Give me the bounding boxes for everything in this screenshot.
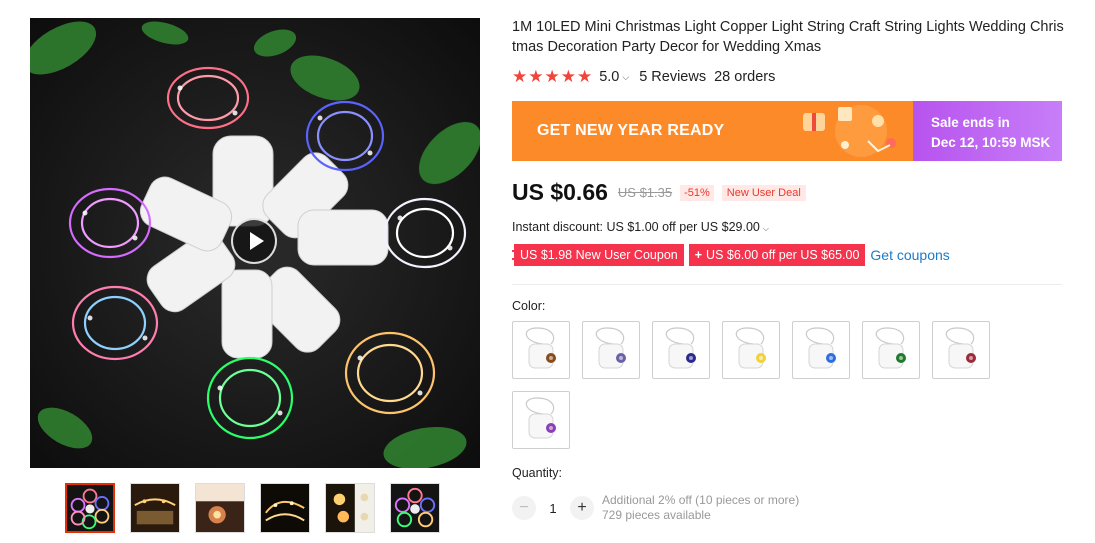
price-row: US $0.66 US $1.35 -51% New User Deal <box>512 179 806 206</box>
gift-decoration-icon <box>803 105 896 157</box>
reviews-link[interactable]: 5 Reviews <box>639 69 706 85</box>
thumbnail-2[interactable] <box>130 483 180 533</box>
color-label: Color: <box>512 299 546 313</box>
promo-label: GET NEW YEAR READY <box>537 122 725 139</box>
coupon-label: US $1.98 New User Coupon <box>520 248 678 262</box>
bulk-offer-text: Additional 2% off (10 pieces or more) <box>602 493 800 507</box>
quantity-increase-button[interactable]: + <box>570 496 594 520</box>
color-option-3[interactable] <box>652 321 710 379</box>
quantity-input[interactable] <box>536 499 570 517</box>
thumbnail-3[interactable] <box>195 483 245 533</box>
thumbnail-1[interactable] <box>65 483 115 533</box>
chevron-down-icon: ⌵ <box>762 224 769 233</box>
get-coupons-link[interactable]: Get coupons <box>870 247 949 263</box>
color-option-1[interactable] <box>512 321 570 379</box>
purple-led-icon <box>525 397 556 439</box>
original-price: US $1.35 <box>617 185 673 200</box>
color-option-8[interactable] <box>512 391 570 449</box>
discount-badge: -51% <box>680 184 714 201</box>
quantity-decrease-button[interactable]: − <box>512 496 536 520</box>
warm-white-led-icon <box>525 327 556 369</box>
green-led-icon <box>875 327 906 369</box>
quantity-stepper: − + Additional 2% off (10 pieces or more… <box>512 493 799 523</box>
divider <box>512 284 1062 285</box>
coupon-label: US $6.00 off per US $65.00 <box>706 248 860 262</box>
sale-ends-date: Dec 12, 10:59 MSK <box>931 135 1051 150</box>
sale-timer: Sale ends in Dec 12, 10:59 MSK <box>913 101 1062 161</box>
promo-banner-left: GET NEW YEAR READY <box>512 101 913 161</box>
store-coupon[interactable]: + US $6.00 off per US $65.00 <box>688 244 866 266</box>
chevron-down-icon[interactable]: ⌵ <box>622 72 629 83</box>
color-option-7[interactable] <box>932 321 990 379</box>
sale-ends-label: Sale ends in <box>931 115 1010 130</box>
white-led-icon <box>595 327 626 369</box>
cool-blue-led-icon <box>805 327 836 369</box>
color-option-4[interactable] <box>722 321 780 379</box>
rating-row: ★★★★★ 5.0 ⌵ 5 Reviews 28 orders <box>512 67 776 86</box>
promo-banner[interactable]: GET NEW YEAR READY Sale ends in Dec 12, … <box>512 101 1062 161</box>
new-user-deal-badge: New User Deal <box>721 184 806 201</box>
current-price: US $0.66 <box>512 179 608 205</box>
thumbnail-5[interactable] <box>325 483 375 533</box>
blue-led-icon <box>665 327 696 369</box>
instant-discount-text: Instant discount: US $1.00 off per US $2… <box>512 220 760 234</box>
quantity-label: Quantity: <box>512 466 563 480</box>
play-video-button[interactable] <box>231 218 277 264</box>
product-main-image[interactable] <box>30 18 480 468</box>
quantity-info: Additional 2% off (10 pieces or more) 72… <box>602 493 799 523</box>
color-option-6[interactable] <box>862 321 920 379</box>
stock-available-text: 729 pieces available <box>602 508 711 522</box>
orders-count: 28 orders <box>714 69 776 85</box>
color-option-5[interactable] <box>792 321 850 379</box>
plus-icon: + <box>694 248 703 262</box>
product-title: 1M 10LED Mini Christmas Light Copper Lig… <box>512 19 1064 55</box>
coupons-row: US $1.98 New User Coupon + US $6.00 off p… <box>512 244 950 266</box>
thumbnail-4[interactable] <box>260 483 310 533</box>
new-user-coupon[interactable]: US $1.98 New User Coupon <box>512 244 684 266</box>
color-option-2[interactable] <box>582 321 640 379</box>
yellow-led-icon <box>735 327 766 369</box>
instant-discount[interactable]: Instant discount: US $1.00 off per US $2… <box>512 220 769 234</box>
rating-stars: ★★★★★ <box>512 67 594 86</box>
thumbnail-6[interactable] <box>390 483 440 533</box>
rating-value[interactable]: 5.0 <box>599 69 619 85</box>
red-led-icon <box>945 327 976 369</box>
